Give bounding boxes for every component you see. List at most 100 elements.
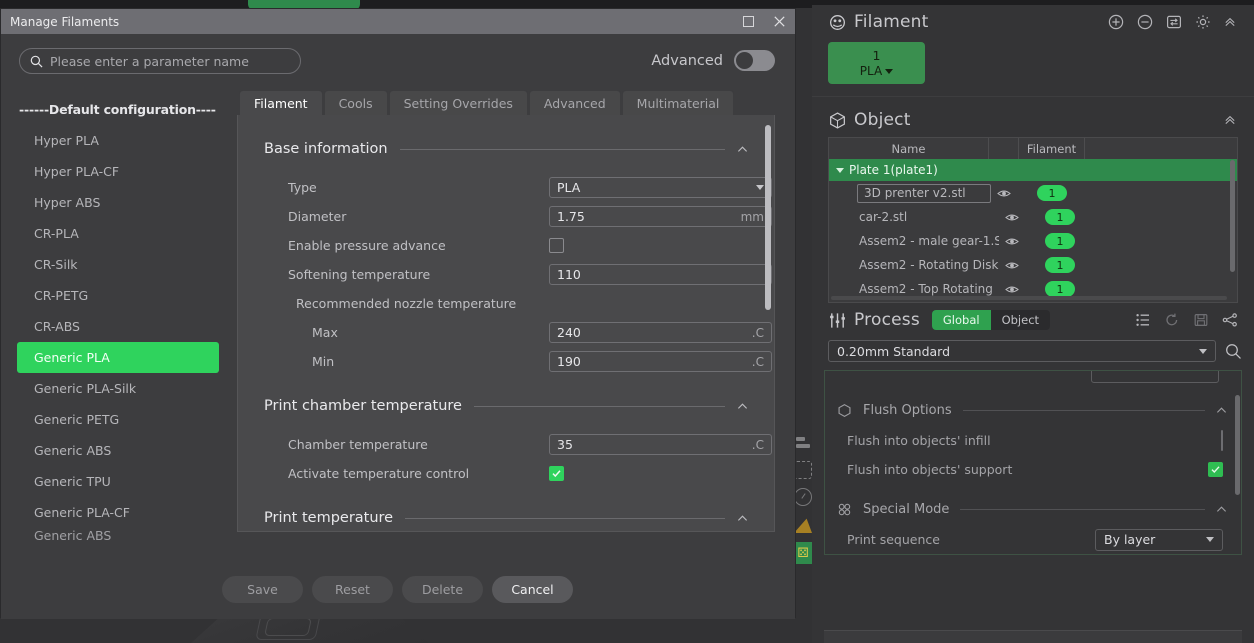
table-row[interactable]: car-2.stl 1	[829, 205, 1237, 229]
preset-item-generic-tpu[interactable]: Generic TPU	[1, 466, 237, 497]
object-name[interactable]: Assem2 - Top Rotating	[829, 282, 999, 296]
filament-cell[interactable]: 1	[1025, 233, 1095, 249]
table-row[interactable]: Assem2 - Rotating Disk 1	[829, 253, 1237, 277]
chevron-up-icon[interactable]	[737, 401, 748, 412]
segment-object[interactable]: Object	[991, 310, 1050, 330]
filament-chip-1[interactable]: 1 PLA	[828, 42, 925, 84]
pressure-advance-checkbox[interactable]	[549, 238, 564, 253]
preset-item-generic-pla[interactable]: Generic PLA	[17, 342, 219, 373]
cancel-button[interactable]: Cancel	[492, 576, 573, 603]
search-input[interactable]: Please enter a parameter name	[19, 48, 301, 74]
flush-infill-checkbox[interactable]	[1221, 430, 1223, 451]
group-print-chamber-temperature[interactable]: Print chamber temperature	[264, 398, 748, 414]
segment-global[interactable]: Global	[931, 310, 991, 330]
preset-item-hyper-abs[interactable]: Hyper ABS	[1, 187, 237, 218]
process-preset-select[interactable]: 0.20mm Standard	[828, 340, 1216, 362]
preset-item-generic-abs[interactable]: Generic ABS	[1, 435, 237, 466]
preset-item-generic-petg[interactable]: Generic PETG	[1, 404, 237, 435]
delete-button[interactable]: Delete	[402, 576, 483, 603]
reset-button[interactable]: Reset	[312, 576, 393, 603]
object-name[interactable]: car-2.stl	[829, 210, 999, 224]
list-icon[interactable]	[1135, 312, 1151, 328]
settings-scrollbar[interactable]	[765, 125, 771, 522]
support-painting-icon[interactable]	[794, 518, 812, 533]
object-name-input[interactable]: 3D prenter v2.stl	[857, 183, 991, 203]
group-print-temperature[interactable]: Print temperature	[264, 510, 748, 526]
collapse-icon[interactable]	[1224, 114, 1236, 126]
table-row[interactable]: Assem2 - male gear-1.S 1	[829, 229, 1237, 253]
chevron-up-icon[interactable]	[1216, 504, 1227, 515]
tab-multimaterial[interactable]: Multimaterial	[621, 90, 735, 115]
add-icon[interactable]	[1108, 14, 1124, 30]
process-partial-field[interactable]	[1091, 371, 1219, 383]
tab-advanced[interactable]: Advanced	[528, 90, 621, 115]
visibility-toggle[interactable]	[999, 212, 1025, 223]
process-scope-segmented[interactable]: Global Object	[931, 310, 1051, 330]
visibility-toggle[interactable]	[999, 260, 1025, 271]
object-name[interactable]: Assem2 - Rotating Disk	[829, 258, 999, 272]
filament-chip-type[interactable]: PLA	[860, 64, 894, 78]
object-table-hscrollbar[interactable]	[831, 296, 1227, 300]
search-icon[interactable]	[1225, 343, 1242, 360]
preset-item-hyper-pla-cf[interactable]: Hyper PLA-CF	[1, 156, 237, 187]
object-table-scrollbar[interactable]	[1230, 160, 1235, 300]
preset-item-cr-petg[interactable]: CR-PETG	[1, 280, 237, 311]
advanced-toggle[interactable]	[734, 50, 775, 71]
visibility-toggle[interactable]	[991, 188, 1017, 199]
collapse-icon[interactable]	[1224, 16, 1236, 28]
gauge-icon[interactable]	[794, 488, 812, 506]
object-name[interactable]: Assem2 - male gear-1.S	[829, 234, 999, 248]
preset-item-generic-pla-silk[interactable]: Generic PLA-Silk	[1, 373, 237, 404]
chevron-up-icon[interactable]	[1216, 405, 1227, 416]
preset-item-hyper-pla[interactable]: Hyper PLA	[1, 125, 237, 156]
settings-tabs[interactable]: Filament Cools Setting Overrides Advance…	[239, 90, 775, 115]
softening-temperature-input[interactable]: 110	[549, 264, 772, 285]
table-row[interactable]: 3D prenter v2.stl 1	[829, 181, 1237, 205]
settings-scrollbar-thumb[interactable]	[765, 125, 771, 310]
nozzle-min-input[interactable]: 190 .C	[549, 351, 772, 372]
object-table[interactable]: Name Filament Plate 1(plate1) 3D prenter…	[828, 137, 1238, 303]
layers-icon[interactable]	[794, 434, 812, 452]
filament-cell[interactable]: 1	[1025, 209, 1095, 225]
maximize-button[interactable]	[733, 9, 764, 34]
preset-item-cr-silk[interactable]: CR-Silk	[1, 249, 237, 280]
close-button[interactable]	[764, 9, 795, 34]
visibility-toggle[interactable]	[999, 284, 1025, 295]
process-scrollbar-thumb[interactable]	[1235, 395, 1240, 495]
diameter-input[interactable]: 1.75 mm	[549, 206, 772, 227]
chevron-down-icon[interactable]	[836, 167, 844, 173]
gear-icon[interactable]	[1195, 14, 1211, 30]
object-plate-row[interactable]: Plate 1(plate1)	[829, 159, 1237, 181]
group-special-mode[interactable]: Special Mode	[829, 502, 1237, 517]
tab-filament[interactable]: Filament	[239, 90, 323, 115]
object-table-scrollbar-thumb[interactable]	[1230, 160, 1235, 272]
filament-cell[interactable]: 1	[1025, 281, 1095, 297]
preset-item-cr-abs[interactable]: CR-ABS	[1, 311, 237, 342]
flush-support-checkbox[interactable]	[1208, 462, 1223, 477]
reset-icon[interactable]	[1164, 312, 1180, 328]
filament-cell[interactable]: 1	[1025, 257, 1095, 273]
sync-icon[interactable]	[1166, 14, 1182, 30]
type-dropdown[interactable]: PLA	[549, 177, 772, 198]
bounding-box-icon[interactable]	[794, 461, 812, 479]
filament-cell[interactable]: 1	[1017, 185, 1087, 201]
chevron-up-icon[interactable]	[737, 144, 748, 155]
group-base-information[interactable]: Base information	[264, 141, 748, 157]
compare-icon[interactable]	[1222, 312, 1238, 328]
activate-temperature-checkbox[interactable]	[549, 466, 564, 481]
group-flush-options[interactable]: Flush Options	[829, 403, 1237, 418]
process-scrollbar[interactable]	[1235, 395, 1240, 527]
preset-item-generic-abs-2[interactable]: Generic ABS	[1, 528, 237, 542]
tab-cools[interactable]: Cools	[323, 90, 388, 115]
chevron-up-icon[interactable]	[737, 513, 748, 524]
preset-list[interactable]: ------Default configuration---- Hyper PL…	[1, 90, 237, 560]
chamber-temperature-input[interactable]: 35 .C	[549, 434, 772, 455]
remove-icon[interactable]	[1137, 14, 1153, 30]
nozzle-max-input[interactable]: 240 .C	[549, 322, 772, 343]
preset-item-cr-pla[interactable]: CR-PLA	[1, 218, 237, 249]
dialog-titlebar[interactable]: Manage Filaments	[1, 9, 795, 34]
tab-setting-overrides[interactable]: Setting Overrides	[388, 90, 528, 115]
visibility-toggle[interactable]	[999, 236, 1025, 247]
save-icon[interactable]	[1193, 312, 1209, 328]
preset-item-generic-pla-cf[interactable]: Generic PLA-CF	[1, 497, 237, 528]
